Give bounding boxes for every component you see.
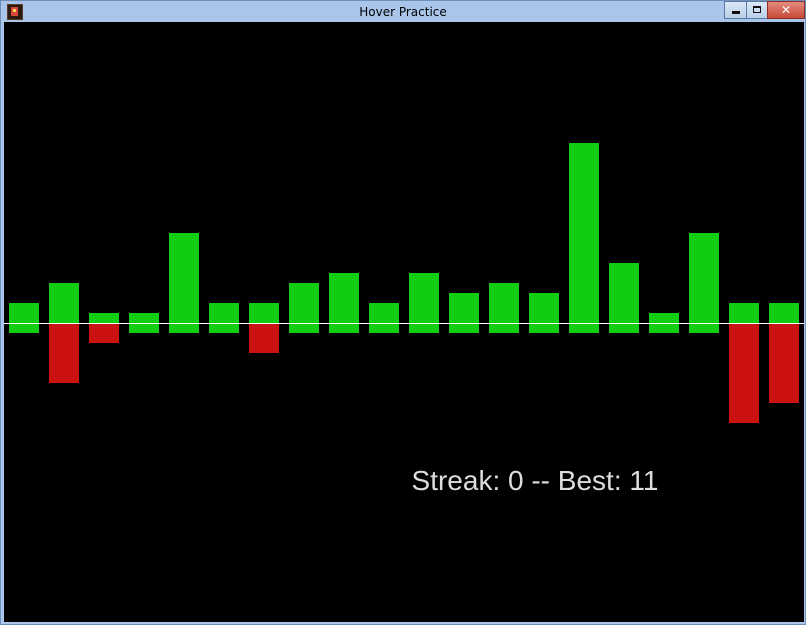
title-bar[interactable]: Hover Practice ✕ — [1, 1, 805, 22]
bar-down-19[interactable] — [729, 323, 759, 423]
bar-up-11[interactable] — [409, 273, 439, 323]
best-value: 11 — [629, 465, 659, 496]
bar-down-11[interactable] — [409, 323, 439, 333]
bar-down-10[interactable] — [369, 323, 399, 333]
bar-up-12[interactable] — [449, 293, 479, 323]
bar-up-3[interactable] — [89, 313, 119, 323]
bar-down-8[interactable] — [289, 323, 319, 333]
bar-down-18[interactable] — [689, 323, 719, 333]
minimize-icon — [732, 11, 740, 14]
bar-down-9[interactable] — [329, 323, 359, 333]
close-icon: ✕ — [780, 3, 792, 17]
bar-up-5[interactable] — [169, 233, 199, 323]
bar-up-19[interactable] — [729, 303, 759, 323]
bar-up-7[interactable] — [249, 303, 279, 323]
streak-separator: -- — [531, 465, 551, 496]
bar-down-4[interactable] — [129, 323, 159, 333]
streak-label: Streak: — [411, 465, 501, 496]
bar-up-16[interactable] — [609, 263, 639, 323]
maximize-icon — [753, 6, 761, 13]
streak-value: 0 — [508, 465, 524, 496]
bar-down-2[interactable] — [49, 323, 79, 383]
bar-down-1[interactable] — [9, 323, 39, 333]
bar-up-2[interactable] — [49, 283, 79, 323]
bar-up-13[interactable] — [489, 283, 519, 323]
close-button[interactable]: ✕ — [767, 1, 805, 19]
bar-down-13[interactable] — [489, 323, 519, 333]
bar-up-4[interactable] — [129, 313, 159, 323]
streak-display: Streak: 0 -- Best: 11 — [4, 462, 804, 500]
bar-up-18[interactable] — [689, 233, 719, 323]
window-title: Hover Practice — [359, 5, 447, 19]
bar-down-15[interactable] — [569, 323, 599, 333]
best-label: Best: — [557, 465, 622, 496]
bar-up-9[interactable] — [329, 273, 359, 323]
minimize-button[interactable] — [724, 1, 747, 19]
bar-down-14[interactable] — [529, 323, 559, 333]
bar-up-17[interactable] — [649, 313, 679, 323]
bar-up-14[interactable] — [529, 293, 559, 323]
bar-up-6[interactable] — [209, 303, 239, 323]
bar-down-7[interactable] — [249, 323, 279, 353]
bar-down-5[interactable] — [169, 323, 199, 333]
bar-down-6[interactable] — [209, 323, 239, 333]
bar-down-17[interactable] — [649, 323, 679, 333]
bar-down-12[interactable] — [449, 323, 479, 333]
bar-down-20[interactable] — [769, 323, 799, 403]
bar-up-10[interactable] — [369, 303, 399, 323]
bar-up-15[interactable] — [569, 143, 599, 323]
bar-up-8[interactable] — [289, 283, 319, 323]
bar-up-20[interactable] — [769, 303, 799, 323]
bar-up-1[interactable] — [9, 303, 39, 323]
maximize-button[interactable] — [746, 1, 768, 19]
game-canvas[interactable]: Streak: 0 -- Best: 11 — [4, 22, 804, 622]
bar-down-3[interactable] — [89, 323, 119, 343]
bars-area[interactable] — [4, 22, 804, 622]
bar-down-16[interactable] — [609, 323, 639, 333]
app-window: Hover Practice ✕ Streak: 0 -- Best: 11 — [0, 0, 806, 625]
